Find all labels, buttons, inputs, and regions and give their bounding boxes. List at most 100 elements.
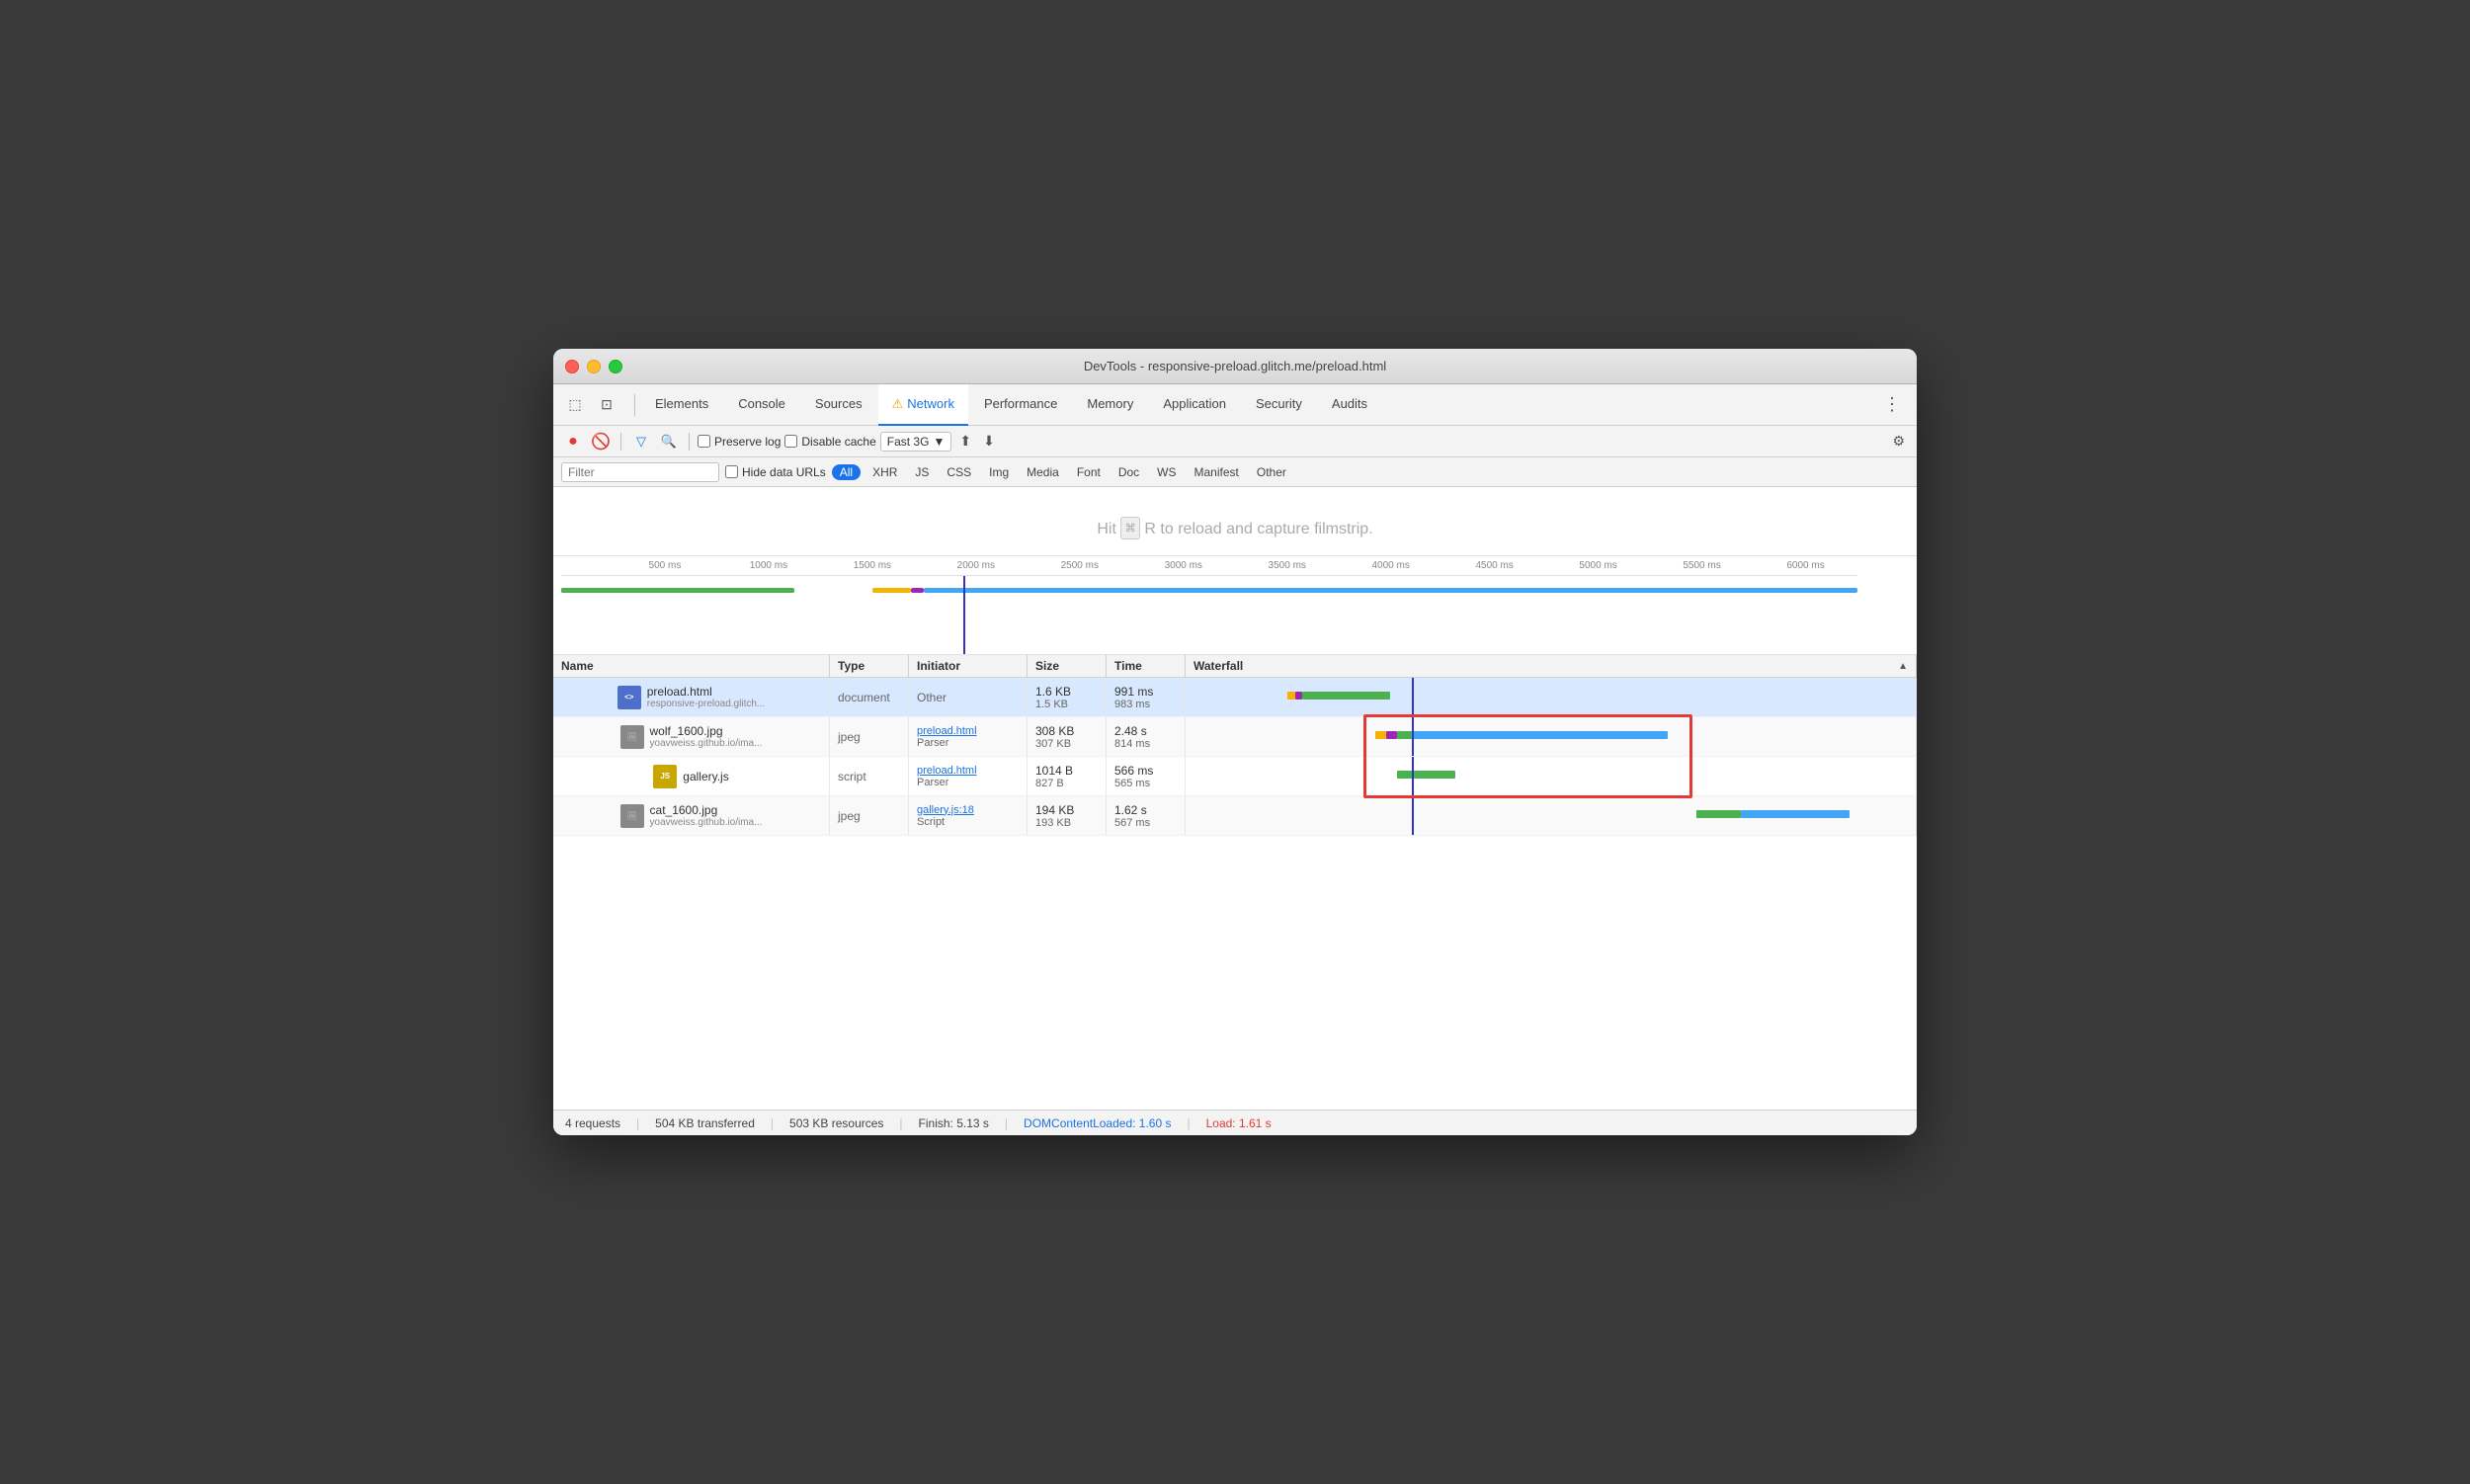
wf-bar-purple-2 xyxy=(1386,731,1397,739)
name-col-2: wolf_1600.jpg yoavweiss.github.io/ima... xyxy=(650,724,763,749)
tab-divider xyxy=(634,394,635,416)
td-initiator-4: gallery.js:18 Script xyxy=(909,796,1028,835)
filter-xhr-button[interactable]: XHR xyxy=(866,463,903,481)
timeline-tracks xyxy=(561,576,1857,655)
track-blue-long xyxy=(924,588,1857,593)
filmstrip-area: Hit ⌘ R to reload and capture filmstrip. xyxy=(553,487,1917,556)
th-time: Time xyxy=(1107,655,1186,677)
tab-security[interactable]: Security xyxy=(1242,384,1316,426)
filter-font-button[interactable]: Font xyxy=(1071,463,1107,481)
file-url-2: yoavweiss.github.io/ima... xyxy=(650,738,763,749)
wf-bar-blue-4 xyxy=(1741,810,1851,818)
maximize-button[interactable] xyxy=(609,360,622,373)
hide-data-urls-checkbox[interactable]: Hide data URLs xyxy=(725,465,826,479)
th-name: Name xyxy=(553,655,830,677)
network-table: Name Type Initiator Size Time Waterfall … xyxy=(553,655,1917,1110)
warning-icon: ⚠ xyxy=(892,396,904,412)
tab-sources[interactable]: Sources xyxy=(801,384,876,426)
preserve-log-checkbox[interactable]: Preserve log xyxy=(698,435,781,449)
td-size-4: 194 KB 193 KB xyxy=(1028,796,1107,835)
wf-bar-blue-2 xyxy=(1412,731,1668,739)
filter-input[interactable] xyxy=(561,462,719,482)
timeline-ruler: 500 ms 1000 ms 1500 ms 2000 ms 2500 ms 3… xyxy=(561,556,1857,576)
table-row[interactable]: 🖼 cat_1600.jpg yoavweiss.github.io/ima..… xyxy=(553,796,1917,836)
timeline-container: 500 ms 1000 ms 1500 ms 2000 ms 2500 ms 3… xyxy=(553,556,1917,655)
filter-js-button[interactable]: JS xyxy=(909,463,935,481)
wf-marker-1 xyxy=(1412,678,1414,716)
td-type-2: jpeg xyxy=(830,717,909,756)
tab-memory[interactable]: Memory xyxy=(1073,384,1147,426)
inspect-icon[interactable]: ⬚ xyxy=(561,391,589,419)
table-row[interactable]: <> preload.html responsive-preload.glitc… xyxy=(553,678,1917,717)
throttle-dropdown[interactable]: Fast 3G ▼ xyxy=(880,432,952,452)
device-icon[interactable]: ⊡ xyxy=(593,391,620,419)
tab-performance[interactable]: Performance xyxy=(970,384,1071,426)
search-button[interactable]: 🔍 xyxy=(657,430,681,453)
filter-img-button[interactable]: Img xyxy=(983,463,1015,481)
td-time-2: 2.48 s 814 ms xyxy=(1107,717,1186,756)
download-button[interactable]: ⬇ xyxy=(979,431,999,452)
wf-bar-green-4 xyxy=(1696,810,1740,818)
filter-css-button[interactable]: CSS xyxy=(941,463,977,481)
stop-button[interactable]: 🚫 xyxy=(589,430,613,453)
upload-button[interactable]: ⬆ xyxy=(955,431,975,452)
filter-manifest-button[interactable]: Manifest xyxy=(1189,463,1245,481)
toolbar-divider-2 xyxy=(689,433,690,451)
table-row[interactable]: JS gallery.js script preload.html Parser… xyxy=(553,757,1917,796)
filter-bar: Hide data URLs All XHR JS CSS Img Media … xyxy=(553,457,1917,487)
traffic-lights xyxy=(565,360,622,373)
td-waterfall-4 xyxy=(1186,796,1917,835)
wf-marker-4 xyxy=(1412,796,1414,835)
file-name-1: preload.html xyxy=(647,685,766,699)
td-size-3: 1014 B 827 B xyxy=(1028,757,1107,795)
td-type-1: document xyxy=(830,678,909,716)
tab-elements[interactable]: Elements xyxy=(641,384,722,426)
filter-doc-button[interactable]: Doc xyxy=(1112,463,1145,481)
td-type-4: jpeg xyxy=(830,796,909,835)
settings-button[interactable]: ⚙ xyxy=(1888,431,1909,452)
ruler-5500ms: 5500 ms xyxy=(1683,560,1720,571)
file-name-3: gallery.js xyxy=(683,770,728,783)
track-orange xyxy=(872,588,911,593)
toolbar-divider-1 xyxy=(620,433,621,451)
disable-cache-checkbox[interactable]: Disable cache xyxy=(784,435,875,449)
ruler-2000ms: 2000 ms xyxy=(957,560,995,571)
file-name-4: cat_1600.jpg xyxy=(650,803,763,817)
wf-bar-green-3 xyxy=(1397,771,1455,779)
tab-application[interactable]: Application xyxy=(1149,384,1240,426)
preserve-log-input[interactable] xyxy=(698,435,710,448)
name-col-1: preload.html responsive-preload.glitch..… xyxy=(647,685,766,709)
disable-cache-input[interactable] xyxy=(784,435,797,448)
file-icon-cat: 🖼 xyxy=(620,804,644,828)
hide-data-urls-input[interactable] xyxy=(725,465,738,478)
td-name-4: 🖼 cat_1600.jpg yoavweiss.github.io/ima..… xyxy=(553,796,830,835)
tab-network[interactable]: ⚠ Network xyxy=(878,384,968,426)
tab-audits[interactable]: Audits xyxy=(1318,384,1381,426)
load-time: Load: 1.61 s xyxy=(1206,1116,1272,1130)
wf-bar-orange-2 xyxy=(1375,731,1386,739)
file-icon-wolf: 🖼 xyxy=(620,725,644,749)
td-size-1: 1.6 KB 1.5 KB xyxy=(1028,678,1107,716)
minimize-button[interactable] xyxy=(587,360,601,373)
table-row[interactable]: 🖼 wolf_1600.jpg yoavweiss.github.io/ima.… xyxy=(553,717,1917,757)
ruler-4000ms: 4000 ms xyxy=(1371,560,1409,571)
filter-ws-button[interactable]: WS xyxy=(1151,463,1182,481)
track-green-main xyxy=(561,588,794,593)
filter-media-button[interactable]: Media xyxy=(1021,463,1065,481)
ruler-4500ms: 4500 ms xyxy=(1475,560,1513,571)
filter-other-button[interactable]: Other xyxy=(1251,463,1292,481)
more-tabs-button[interactable]: ⋮ xyxy=(1875,394,1909,415)
close-button[interactable] xyxy=(565,360,579,373)
filter-icon-button[interactable]: ▽ xyxy=(629,430,653,453)
record-button[interactable]: ● xyxy=(561,430,585,453)
wf-bar-green-1 xyxy=(1302,692,1390,700)
td-name-2: 🖼 wolf_1600.jpg yoavweiss.github.io/ima.… xyxy=(553,717,830,756)
resources-size: 503 KB resources xyxy=(789,1116,883,1130)
th-waterfall: Waterfall ▲ xyxy=(1186,655,1917,677)
filter-all-button[interactable]: All xyxy=(832,464,861,480)
ruler-3500ms: 3500 ms xyxy=(1269,560,1306,571)
wf-bar-purple xyxy=(1295,692,1302,700)
tab-console[interactable]: Console xyxy=(724,384,799,426)
tabs-bar: ⬚ ⊡ Elements Console Sources ⚠ Network P… xyxy=(553,384,1917,426)
td-time-1: 991 ms 983 ms xyxy=(1107,678,1186,716)
